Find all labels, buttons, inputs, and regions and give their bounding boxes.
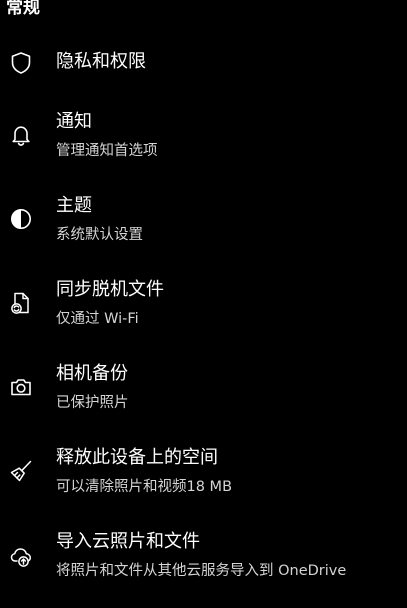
free-up-space-label: 释放此设备上的空间	[56, 447, 218, 468]
import-cloud-label: 导入云照片和文件	[56, 531, 200, 552]
cloud-upload-icon	[8, 542, 34, 568]
import-cloud-sublabel: 将照片和文件从其他云服务导入到 OneDrive	[56, 563, 347, 579]
camera-backup-item[interactable]: 相机备份 已保护照片	[0, 362, 407, 440]
notifications-label: 通知	[56, 111, 92, 132]
contrast-icon	[8, 206, 34, 232]
free-up-space-sublabel: 可以清除照片和视频18 MB	[56, 479, 233, 495]
broom-icon	[8, 458, 34, 484]
file-sync-icon	[8, 290, 34, 316]
camera-backup-sublabel: 已保护照片	[56, 395, 129, 411]
theme-label: 主题	[56, 195, 92, 216]
sync-offline-files-label: 同步脱机文件	[56, 279, 164, 300]
sync-offline-files-sublabel: 仅通过 Wi-Fi	[56, 311, 139, 327]
camera-backup-label: 相机备份	[56, 363, 128, 384]
bell-icon	[8, 122, 34, 148]
theme-sublabel: 系统默认设置	[56, 227, 143, 243]
privacy-permissions-label: 隐私和权限	[56, 51, 146, 72]
theme-item[interactable]: 主题 系统默认设置	[0, 194, 407, 272]
notifications-sublabel: 管理通知首选项	[56, 143, 158, 159]
privacy-permissions-item[interactable]: 隐私和权限	[0, 32, 407, 110]
settings-list: 隐私和权限 通知 管理通知首选项 主题 系统默认设置 同步脱机文件 仅通过 Wi…	[0, 0, 407, 600]
camera-icon	[8, 374, 34, 400]
shield-icon	[8, 50, 34, 76]
sync-offline-files-item[interactable]: 同步脱机文件 仅通过 Wi-Fi	[0, 278, 407, 356]
notifications-item[interactable]: 通知 管理通知首选项	[0, 110, 407, 188]
import-cloud-item[interactable]: 导入云照片和文件 将照片和文件从其他云服务导入到 OneDrive	[0, 530, 407, 608]
free-up-space-item[interactable]: 释放此设备上的空间 可以清除照片和视频18 MB	[0, 446, 407, 524]
